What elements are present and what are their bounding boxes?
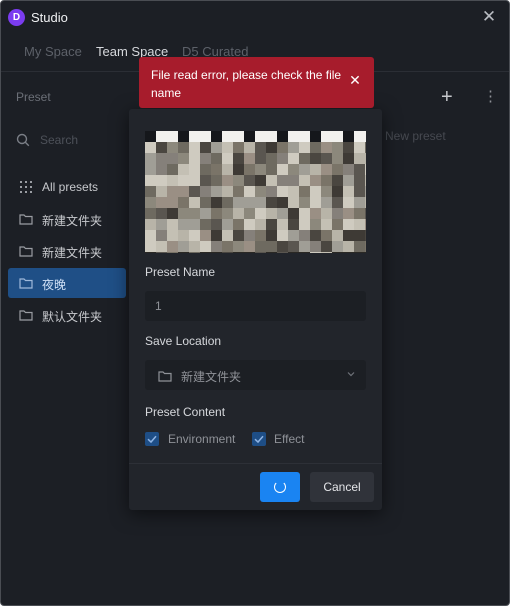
sidebar-item-label: 默认文件夹	[42, 310, 103, 324]
preset-name-label: Preset Name	[145, 265, 216, 279]
sidebar-item-folder-1[interactable]: 新建文件夹	[8, 204, 126, 234]
window-close-button[interactable]: ✕	[479, 7, 499, 27]
tab-my-space[interactable]: My Space	[24, 44, 82, 59]
folder-icon	[19, 214, 33, 225]
environment-checkbox[interactable]	[145, 432, 159, 446]
folder-icon	[158, 371, 172, 382]
sidebar-item-label: 新建文件夹	[42, 214, 103, 228]
sidebar-item-all-presets[interactable]: All presets	[8, 172, 126, 202]
folder-icon	[19, 278, 33, 289]
thumbnail-image	[145, 131, 366, 253]
studio-window: D Studio ✕ My Space Team Space D5 Curate…	[0, 0, 510, 606]
folder-icon	[19, 246, 33, 257]
effect-checkbox-label: Effect	[274, 432, 305, 446]
sidebar-item-night[interactable]: 夜晚	[8, 268, 126, 298]
save-location-value: 新建文件夹	[181, 370, 242, 384]
add-preset-button[interactable]: +	[441, 86, 453, 109]
effect-checkbox[interactable]	[252, 432, 266, 446]
sidebar-item-label: All presets	[42, 180, 99, 194]
environment-checkbox-label: Environment	[168, 432, 236, 446]
search-field[interactable]: Search	[16, 131, 126, 151]
new-preset-label[interactable]: New preset	[385, 129, 446, 143]
title-bar: D Studio ✕	[1, 1, 509, 35]
app-title: Studio	[31, 10, 68, 25]
error-message: File read error, please check the file n…	[151, 68, 342, 100]
sidebar-item-label: 新建文件夹	[42, 246, 103, 260]
sidebar-item-folder-2[interactable]: 新建文件夹	[8, 236, 126, 266]
preset-thumbnail	[145, 131, 366, 253]
sidebar-item-default-folder[interactable]: 默认文件夹	[8, 300, 126, 330]
error-toast: File read error, please check the file n…	[139, 57, 374, 108]
save-preset-dialog: Preset Name 1 Save Location 新建文件夹 Preset…	[129, 109, 382, 510]
save-location-label: Save Location	[145, 334, 222, 348]
search-icon	[16, 133, 30, 147]
grid-icon	[20, 181, 32, 193]
preset-content-label: Preset Content	[145, 405, 226, 419]
save-location-select[interactable]: 新建文件夹	[145, 360, 366, 390]
preset-name-input[interactable]: 1	[155, 299, 162, 313]
app-logo-icon: D	[8, 9, 25, 26]
search-input[interactable]: Search	[40, 133, 78, 147]
cancel-button[interactable]: Cancel	[310, 472, 374, 502]
folder-icon	[19, 310, 33, 321]
more-options-button[interactable]: ⋮	[483, 87, 498, 105]
loading-spinner-icon	[274, 481, 286, 493]
dialog-footer-divider	[129, 463, 382, 464]
preset-name-field[interactable]: 1	[145, 291, 366, 321]
sidebar-item-label: 夜晚	[42, 278, 67, 292]
checkmark-icon	[254, 435, 264, 444]
sidebar-title: Preset	[16, 90, 51, 104]
confirm-button[interactable]	[260, 472, 300, 502]
toast-close-button[interactable]: ✕	[348, 73, 362, 87]
chevron-down-icon	[347, 372, 355, 377]
checkmark-icon	[147, 435, 157, 444]
